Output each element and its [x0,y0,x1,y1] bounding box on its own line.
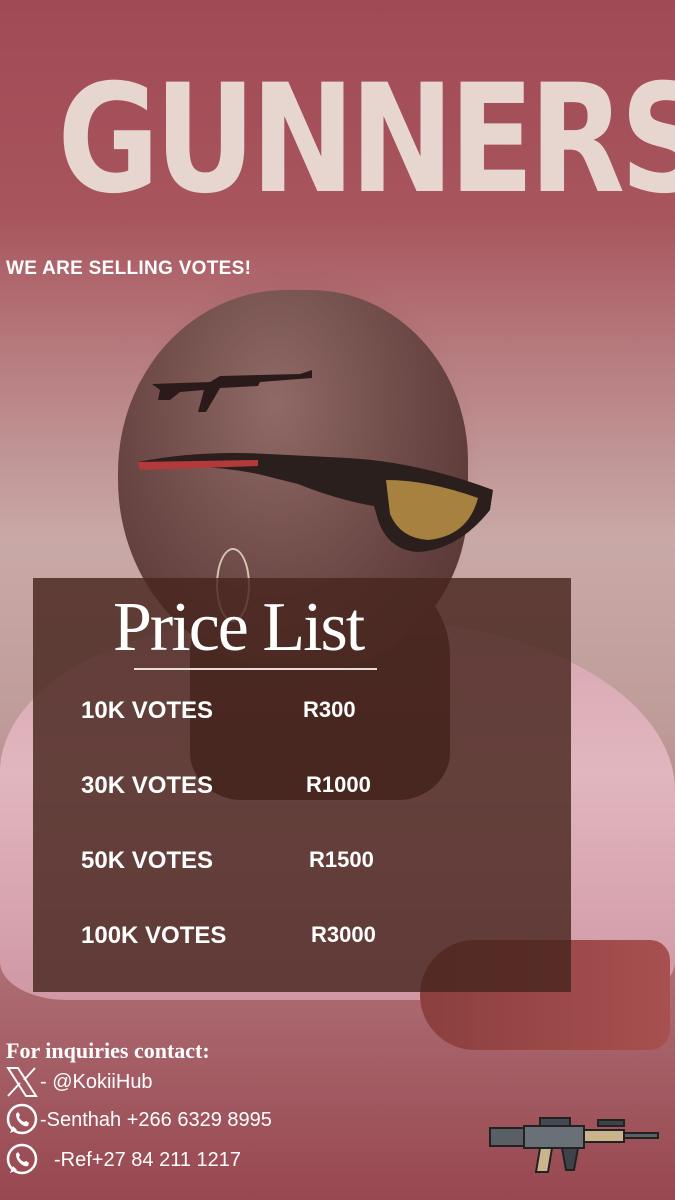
price-row: 50K VOTES R1500 [33,847,571,887]
price-list-heading: Price List [113,589,365,666]
x-handle: - @KokiiHub [40,1070,153,1093]
rifle-tattoo [152,370,312,412]
whatsapp-contact-senthah[interactable]: -Senthah +266 6329 8995 [4,1102,272,1138]
price-value: R3000 [311,922,376,947]
page-title: GUNNERS [57,53,675,227]
x-contact[interactable]: - @KokiiHub [4,1064,153,1100]
rifle-icon [489,1117,659,1173]
votes-label: 100K VOTES [81,922,227,949]
price-row: 10K VOTES R300 [33,697,571,737]
whatsapp-number-ref: -Ref+27 84 211 1217 [54,1148,242,1171]
price-value: R300 [303,697,356,722]
votes-label: 50K VOTES [81,847,214,874]
votes-label: 10K VOTES [81,697,214,724]
contact-heading: For inquiries contact: [6,1038,210,1063]
heading-divider [134,668,377,670]
votes-label: 30K VOTES [81,772,214,799]
x-logo-icon [6,1067,38,1097]
price-value: R1500 [309,847,374,872]
price-row: 100K VOTES R3000 [33,922,571,962]
tagline: WE ARE SELLING VOTES! [6,258,252,279]
whatsapp-icon [6,1103,38,1135]
poster: GUNNERS WE ARE SELLING VOTES! Price List… [0,0,675,1200]
price-row: 30K VOTES R1000 [33,772,571,812]
sunglasses [138,453,493,552]
price-value: R1000 [306,772,371,797]
whatsapp-contact-ref[interactable]: -Ref+27 84 211 1217 [4,1142,241,1178]
price-list-panel: Price List 10K VOTES R300 30K VOTES R100… [33,578,571,992]
whatsapp-icon [6,1143,38,1175]
whatsapp-number-senthah: -Senthah +266 6329 8995 [40,1108,272,1131]
